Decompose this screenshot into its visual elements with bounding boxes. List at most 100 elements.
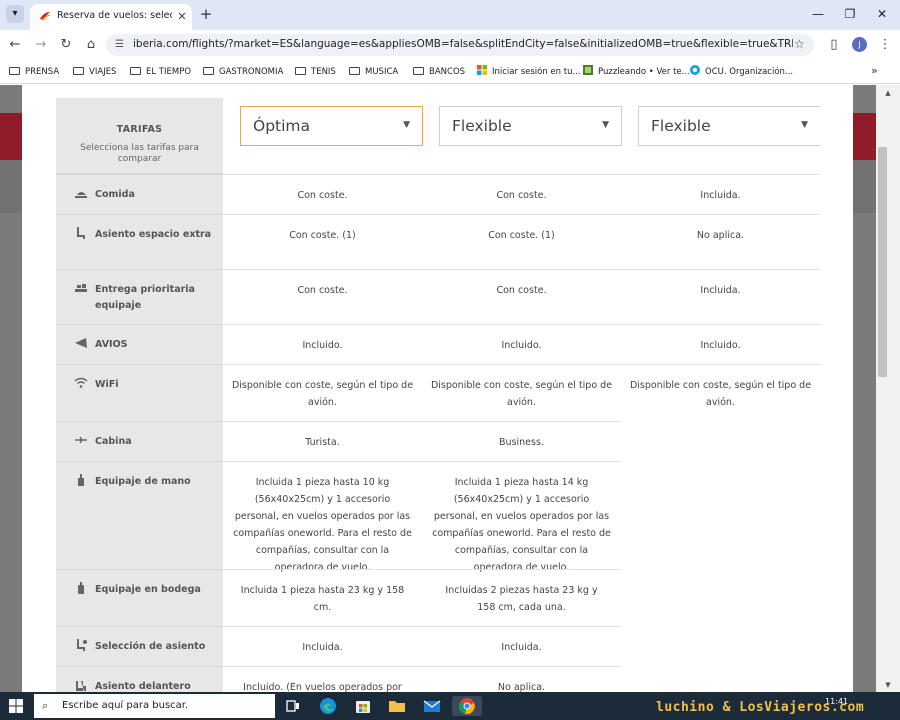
cell-value: Incluida. [501,642,542,653]
fare-row-equipaje-bodega: Equipaje en bodega Incluida 1 pieza hast… [56,569,820,626]
bookmark-label: EL TIEMPO [146,67,192,77]
fare-cell: Con coste. (1) [422,214,621,269]
new-tab-button[interactable]: + [198,5,214,23]
priority-luggage-icon [75,284,87,292]
bookmark-tenis[interactable]: TENIS [295,65,336,79]
fare-cell: No aplica. [621,214,820,269]
fare-cell: Con coste. [422,174,621,214]
caret-down-icon: ▼ [602,120,609,130]
page-scrollbar[interactable]: ▲ ▼ [876,85,900,692]
cell-value: Turista. [305,437,340,448]
avatar[interactable]: J [852,37,867,52]
fare-cell: Business. [422,421,621,461]
bookmark-gastronomia[interactable]: GASTRONOMIA [203,65,283,79]
folder-icon [413,67,424,75]
tab-title: Reserva de vuelos: selección de [57,10,172,21]
cell-value: Incluida 1 pieza hasta 23 kg y 158 cm. [240,585,405,613]
bookmark-star-icon[interactable]: ☆ [794,37,808,51]
cell-value: Incluidas 2 piezas hasta 23 kg y 158 cm,… [445,585,598,613]
cell-value: Incluida. [700,285,741,296]
fare-row-equipaje-mano: Equipaje de mano Incluida 1 pieza hasta … [56,461,820,573]
bookmark-label: Iniciar sesión en tu... [492,67,581,77]
scroll-down-icon[interactable]: ▼ [883,680,893,690]
task-view-icon[interactable] [283,696,303,716]
menu-kebab-icon[interactable]: ⋮ [876,36,894,54]
back-icon[interactable]: ← [6,36,24,54]
active-tab[interactable]: Reserva de vuelos: selección de ✕ [30,4,192,30]
tab-strip: ▾ Reserva de vuelos: selección de ✕ + — … [0,0,900,30]
site-info-icon[interactable]: ☰ [115,38,129,52]
fare-row-seleccion-asiento: Selección de asiento Incluida. Incluida. [56,626,820,666]
cell-value: No aplica. [696,230,745,241]
cell-value: Incluido. [700,340,741,351]
taskbar-search-box[interactable]: ⌕ Escribe aquí para buscar. [34,694,275,718]
scrollbar-thumb[interactable] [878,147,887,377]
bookmark-microsoft[interactable]: Iniciar sesión en tu... [477,65,581,79]
caret-down-icon: ▼ [801,120,808,130]
row-label-cell: Asiento espacio extra [56,214,223,269]
bookmark-ocu[interactable]: OCU. Organización... [690,65,793,79]
row-label-cell: Selección de asiento [56,626,223,666]
fare-select-3[interactable]: Flexible ▼ [638,106,820,146]
fare-comparison-table: TARIFAS Selecciona las tarifas para comp… [56,98,820,692]
file-explorer-icon[interactable] [387,696,407,716]
bookmark-puzzleando[interactable]: Puzzleando • Ver te... [583,65,690,79]
store-icon[interactable] [353,696,373,716]
mail-icon[interactable] [422,696,442,716]
fare-cell: Con coste. [422,269,621,324]
url-text[interactable]: iberia.com/flights/?market=ES&language=e… [133,38,793,52]
chrome-taskbar-icon[interactable] [452,696,482,716]
tab-close-icon[interactable]: ✕ [175,10,189,24]
fare-cell: Incluidas 2 piezas hasta 23 kg y 158 cm,… [422,569,621,626]
row-label: WiFi [95,379,119,390]
bookmark-viajes[interactable]: VIAJES [73,65,116,79]
cell-value: Incluida. [302,642,343,653]
bookmark-label: MUSICA [365,67,399,77]
checked-luggage-icon [78,582,84,594]
windows-start-icon[interactable] [9,699,23,713]
cell-value: Business. [499,437,544,448]
fares-header-cell: TARIFAS Selecciona las tarifas para comp… [56,98,223,174]
cell-value: Con coste. [297,285,348,296]
home-icon[interactable]: ⌂ [82,36,100,54]
fare-cell: Disponible con coste, según el tipo de a… [621,364,820,421]
side-panel-icon[interactable]: ▯ [825,36,843,54]
bookmark-bancos[interactable]: BANCOS [413,65,465,79]
fare-cell: Incluida. [621,269,820,324]
folder-icon [295,67,306,75]
taskbar-search-placeholder: Escribe aquí para buscar. [62,700,189,711]
row-label-cell: Comida [56,174,223,214]
tab-search-button[interactable]: ▾ [6,5,24,23]
edge-icon[interactable] [318,696,338,716]
address-bar[interactable]: ☰ iberia.com/flights/?market=ES&language… [106,34,814,56]
restore-icon[interactable]: ❐ [840,5,860,23]
fare-cell: Incluido. (En vuelos operados por [223,666,422,692]
fare-row-comida: Comida Con coste. Con coste. Incluida. [56,174,820,214]
bookmark-label: BANCOS [429,67,466,77]
more-bookmarks-icon[interactable]: » [871,64,885,78]
forward-icon[interactable]: → [32,36,50,54]
folder-icon [73,67,84,75]
row-label-cell: Equipaje de mano [56,461,223,569]
bookmark-label: VIAJES [89,67,117,77]
fare-select-2[interactable]: Flexible ▼ [439,106,622,146]
bookmark-el-tiempo[interactable]: EL TIEMPO [130,65,191,79]
minimize-icon[interactable]: — [808,5,828,23]
bookmark-musica[interactable]: MUSICA [349,65,398,79]
fares-title: TARIFAS [116,124,163,135]
bookmark-label: GASTRONOMIA [219,67,284,77]
fare-cell: Incluida 1 pieza hasta 23 kg y 158 cm. [223,569,422,626]
fare-cell: Con coste. (1) [223,214,422,269]
bookmark-prensa[interactable]: PRENSA [9,65,59,79]
puzzle-icon [583,65,593,75]
fares-subtitle: Selecciona las tarifas para comparar [80,143,199,164]
reload-icon[interactable]: ↻ [57,36,75,54]
row-label: Equipaje en bodega [95,584,201,595]
scroll-up-icon[interactable]: ▲ [883,88,893,98]
seat-selection-icon [77,639,87,651]
bookmark-label: TENIS [311,67,336,77]
folder-icon [9,67,20,75]
close-window-icon[interactable]: ✕ [872,5,892,23]
cell-value: Con coste. [297,190,348,201]
fare-select-1[interactable]: Óptima ▼ [240,106,423,146]
